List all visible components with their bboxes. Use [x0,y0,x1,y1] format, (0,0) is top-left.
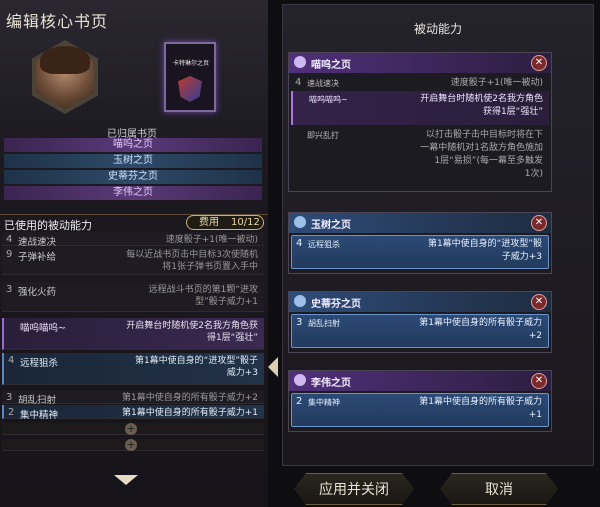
owned-page-item[interactable]: 李伟之页 [4,186,262,200]
plus-icon[interactable]: + [125,423,137,435]
owned-page-item[interactable]: 玉树之页 [4,154,262,168]
passive-entry[interactable]: 4 速战速决 速度骰子+1(唯一被动) [291,75,549,90]
apply-and-close-button[interactable]: 应用并关闭 [294,473,414,505]
cost-indicator: 费用 10/12 [186,215,264,230]
page-group: 李伟之页 ✕ 2 集中精神 第1幕中使自身的所有骰子威力 +1 [288,370,552,432]
empty-passive-slot[interactable]: + [2,439,264,451]
page-icon [294,374,306,386]
page-group-header: 玉树之页 ✕ [289,213,551,233]
used-passives-title: 已使用的被动能力 [4,219,92,232]
page-icon [294,216,306,228]
page-icon [294,56,306,68]
close-icon[interactable]: ✕ [531,373,547,389]
plus-icon[interactable]: + [125,439,137,451]
scroll-down-arrow-icon[interactable] [114,475,138,485]
passive-row[interactable]: 4 远程狙杀 第1幕中使自身的“进攻型”骰子 威力+3 [2,353,264,385]
passive-entry[interactable]: 即兴乱打 以打击骰子击中目标时将在下 一幕中随机对1名敌方角色施加 1层“易损”… [291,127,549,189]
passive-row-selected[interactable]: 喵呜喵呜~ 开启舞台时随机使2名我方角色获 得1层“强壮” [2,318,264,350]
passive-entry[interactable]: 2 集中精神 第1幕中使自身的所有骰子威力 +1 [291,393,549,427]
page-icon [294,295,306,307]
cancel-button[interactable]: 取消 [440,473,558,505]
page-group: 玉树之页 ✕ 4 远程狙杀 第1幕中使自身的“进攻型”骰 子威力+3 [288,212,552,274]
owned-page-item[interactable]: 史蒂芬之页 [4,170,262,184]
close-icon[interactable]: ✕ [531,215,547,231]
page-group: 喵呜之页 ✕ 4 速战速决 速度骰子+1(唯一被动) 喵呜喵呜~ 开启舞台时随机… [288,52,552,192]
passive-entry[interactable]: 4 远程狙杀 第1幕中使自身的“进攻型”骰 子威力+3 [291,235,549,269]
page-title: 编辑核心书页 [6,12,109,31]
page-group: 史蒂芬之页 ✕ 3 胡乱扫射 第1幕中使自身的所有骰子威力 +2 [288,291,552,353]
empty-passive-slot[interactable]: + [2,423,264,435]
passive-row[interactable]: 9 子弹补给 每以近战书页击中目标3次使随机 将1张子弹书页置入手中 [2,247,264,275]
page-group-header: 喵呜之页 ✕ [289,53,551,73]
cost-label: 费用 [199,217,219,228]
passive-row[interactable]: 2 集中精神 第1幕中使自身的所有骰子威力+1 [2,405,264,421]
close-icon[interactable]: ✕ [531,55,547,71]
portrait-hair [40,46,90,74]
passive-entry[interactable]: 3 胡乱扫射 第1幕中使自身的所有骰子威力 +2 [291,314,549,348]
close-icon[interactable]: ✕ [531,294,547,310]
passive-row[interactable]: 4 速战速决 速度骰子+1(唯一被动) [2,232,264,248]
core-page-card-label: 卡特琳尔之页 [172,60,209,67]
cost-value: 10/12 [231,217,260,228]
passive-abilities-title: 被动能力 [413,22,462,36]
page-group-header: 史蒂芬之页 ✕ [289,292,551,312]
page-group-header: 李伟之页 ✕ [289,371,551,391]
passive-row[interactable]: 3 胡乱扫射 第1幕中使自身的所有骰子威力+2 [2,390,264,406]
passive-entry-selected[interactable]: 喵呜喵呜~ 开启舞台时随机使2名我方角色 获得1层“强壮” [291,91,549,125]
owned-page-item[interactable]: 喵呜之页 [4,138,262,152]
passive-row[interactable]: 3 强化火药 远程战斗书页的第1颗“进攻 型”骰子威力+1 [2,282,264,312]
collapse-arrow-icon[interactable] [268,357,278,377]
